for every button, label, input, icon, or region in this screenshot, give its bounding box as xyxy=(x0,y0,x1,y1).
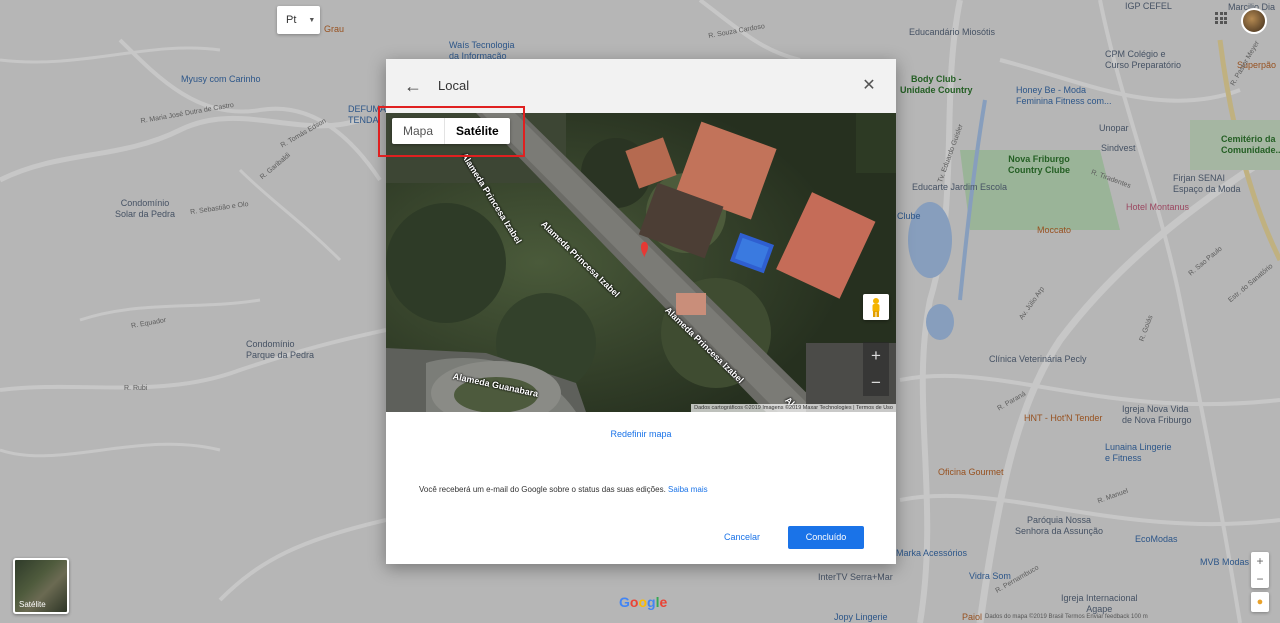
pegman-icon[interactable]: ● xyxy=(1251,592,1269,612)
apps-grid-icon[interactable] xyxy=(1215,12,1227,24)
map-footer: Dados do mapa ©2019 Brasil Termos Enviar… xyxy=(985,614,1148,620)
satellite-map[interactable]: Alameda Princesa Izabel Alameda Princesa… xyxy=(386,113,896,412)
cancel-button[interactable]: Cancelar xyxy=(712,526,772,549)
done-button[interactable]: Concluído xyxy=(788,526,864,549)
email-notice-text: Você receberá um e-mail do Google sobre … xyxy=(419,485,666,494)
language-button[interactable]: Pt ▼ xyxy=(277,6,320,34)
learn-more-link[interactable]: Saiba mais xyxy=(668,485,708,494)
zoom-in-button[interactable]: + xyxy=(863,342,889,369)
satellite-layer-button[interactable]: Satélite xyxy=(13,558,69,614)
language-label: Pt xyxy=(286,14,297,26)
zoom-controls: + − xyxy=(863,342,889,396)
pegman-figure-icon xyxy=(872,298,880,317)
satellite-layer-label: Satélite xyxy=(19,600,46,609)
zoom-out-button[interactable]: − xyxy=(863,369,889,396)
annotation-highlight-box xyxy=(378,106,525,157)
zoom-out-button[interactable]: − xyxy=(1251,570,1269,588)
close-icon[interactable]: ✕ xyxy=(859,76,879,96)
side-zoom-controls: + − xyxy=(1251,552,1269,588)
email-notice: Você receberá um e-mail do Google sobre … xyxy=(419,485,708,494)
back-arrow-icon[interactable]: ← xyxy=(403,76,423,96)
caret-down-icon: ▼ xyxy=(308,16,316,24)
dialog-title: Local xyxy=(438,78,470,93)
reset-map-link[interactable]: Redefinir mapa xyxy=(386,429,896,439)
map-attribution[interactable]: Dados cartográficos ©2019 Imagens ©2019 … xyxy=(691,404,896,412)
zoom-in-button[interactable]: + xyxy=(1251,552,1269,570)
avatar[interactable] xyxy=(1241,8,1267,34)
street-view-pegman-icon[interactable] xyxy=(863,294,889,320)
google-logo: Google xyxy=(619,594,668,610)
dialog-header: ← Local ✕ xyxy=(386,59,896,113)
